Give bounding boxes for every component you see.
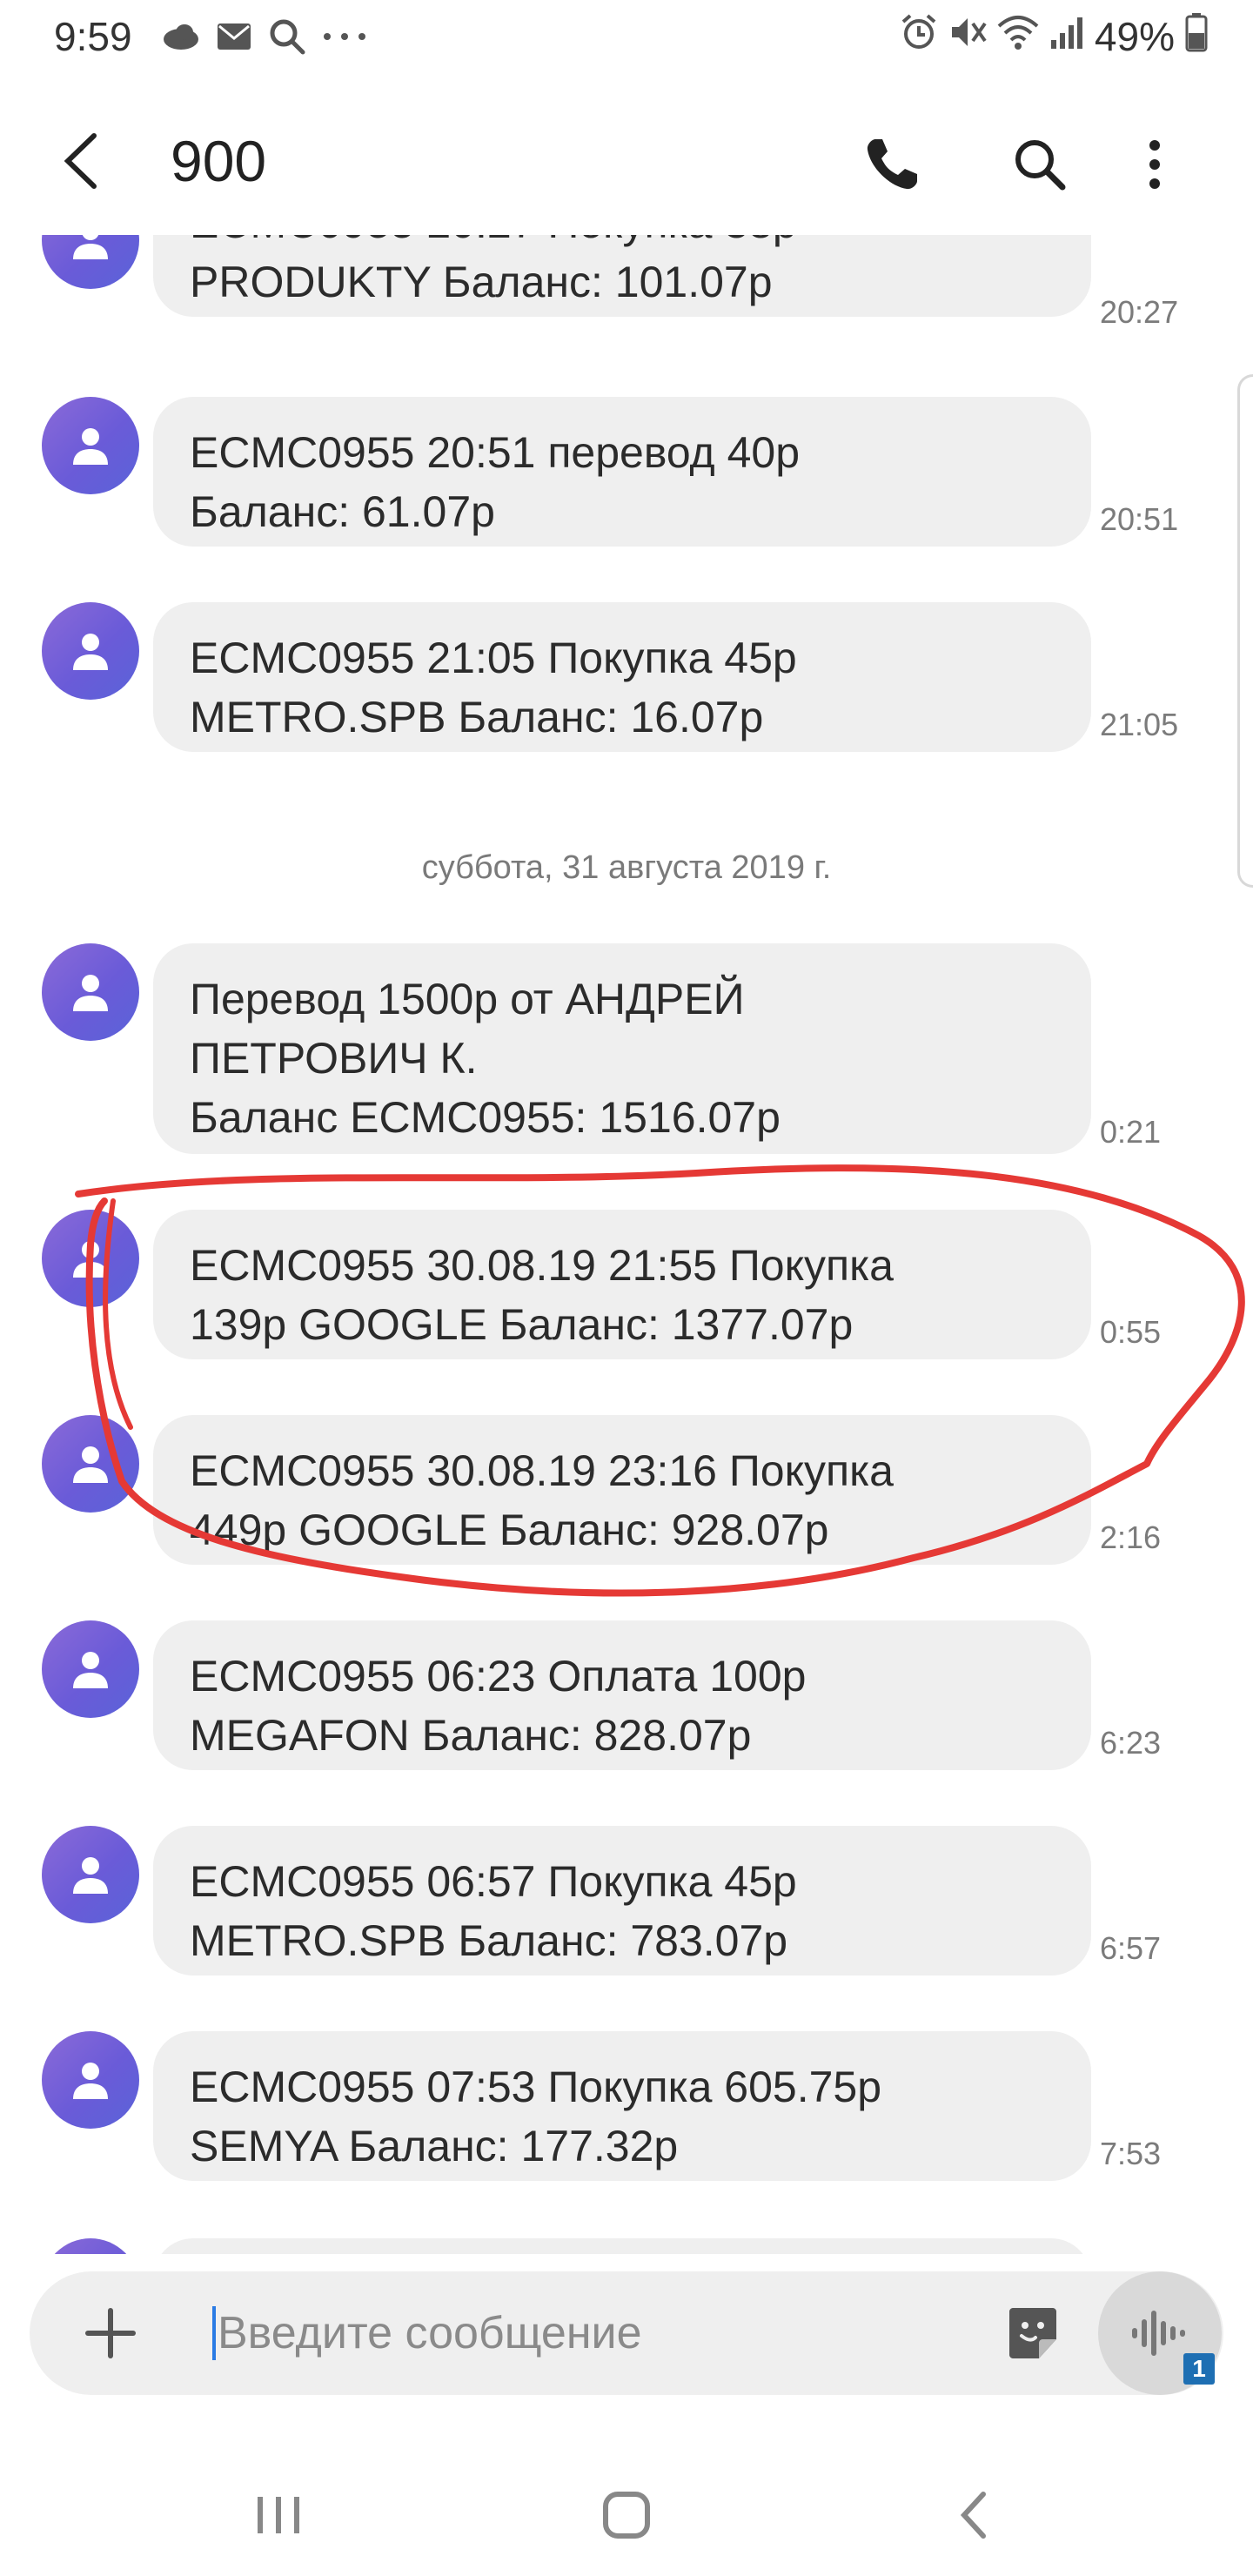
message-time: 6:23: [1100, 1725, 1162, 1761]
app-bar: 900: [0, 104, 1253, 218]
person-icon: [73, 235, 108, 259]
home-button[interactable]: [583, 2480, 670, 2550]
sticker-button[interactable]: [995, 2296, 1070, 2371]
message-bubble[interactable]: ECMC0955 07:53 Покупка 605.75р SEMYA Бал…: [153, 2031, 1091, 2181]
call-button[interactable]: [851, 124, 933, 205]
sender-avatar[interactable]: [42, 397, 139, 494]
person-icon: [73, 1446, 108, 1483]
message-time: 20:51: [1100, 501, 1179, 537]
message-composer: 1: [30, 2271, 1223, 2395]
search-icon: [1015, 140, 1066, 191]
date-separator: суббота, 31 августа 2019 г.: [421, 849, 832, 886]
back-button[interactable]: [44, 124, 118, 198]
recent-apps-icon: [258, 2497, 299, 2533]
person-icon: [73, 634, 108, 670]
person-icon: [73, 2063, 108, 2099]
message-time: 2:16: [1100, 1519, 1162, 1555]
message-bubble[interactable]: ECMC0955 20:51 перевод 40р Баланс: 61.07…: [153, 397, 1091, 547]
sender-avatar[interactable]: [42, 235, 139, 289]
message-thread[interactable]: ECMC0955 20:27 Покупка 38р PRODUKTY Бала…: [0, 235, 1253, 2254]
message-time: 0:21: [1100, 1114, 1162, 1150]
sender-avatar[interactable]: [42, 943, 139, 1041]
search-button[interactable]: [999, 124, 1081, 205]
add-attachment-button[interactable]: [71, 2294, 150, 2372]
cloud-icon: [162, 22, 200, 56]
battery-percent: 49%: [1094, 14, 1175, 59]
message-bubble[interactable]: [153, 2238, 1091, 2254]
battery-icon: [1185, 12, 1208, 62]
message-bubble[interactable]: ECMC0955 21:05 Покупка 45р METRO.SPB Бал…: [153, 602, 1091, 752]
message-input[interactable]: [218, 2296, 983, 2371]
message-time: 0:55: [1100, 1314, 1162, 1350]
status-left-icons: [162, 14, 367, 63]
message-time: 6:57: [1100, 1930, 1162, 1966]
text-caret: [212, 2306, 216, 2360]
person-icon: [73, 1241, 108, 1278]
system-nav-bar: [0, 2437, 1253, 2576]
conversation-title: 900: [171, 129, 267, 193]
mute-icon: [948, 13, 987, 61]
sender-avatar[interactable]: [42, 602, 139, 700]
wifi-icon: [997, 13, 1039, 60]
message-bubble[interactable]: ECMC0955 30.08.19 23:16 Покупка 449р GOO…: [153, 1415, 1091, 1565]
sender-avatar[interactable]: [42, 1210, 139, 1307]
message-time: 21:05: [1100, 707, 1179, 742]
recent-apps-button[interactable]: [235, 2480, 322, 2550]
person-icon: [73, 1857, 108, 1894]
plus-icon: [85, 2308, 136, 2358]
nav-back-button[interactable]: [931, 2480, 1018, 2550]
more-vertical-icon: [1149, 140, 1160, 189]
message-bubble[interactable]: Перевод 1500р от АНДРЕЙ ПЕТРОВИЧ К. Бала…: [153, 943, 1091, 1154]
message-bubble[interactable]: ECMC0955 06:23 Оплата 100р MEGAFON Балан…: [153, 1620, 1091, 1770]
person-icon: [73, 1652, 108, 1688]
message-time: 7:53: [1100, 2136, 1162, 2171]
phone-icon: [867, 139, 917, 190]
message-bubble[interactable]: ECMC0955 20:27 Покупка 38р PRODUKTY Бала…: [153, 235, 1091, 317]
arrow-left-icon: [64, 133, 97, 189]
status-time: 9:59: [54, 14, 132, 59]
sim-badge: 1: [1183, 2353, 1215, 2385]
alarm-icon: [900, 13, 938, 61]
more-options-button[interactable]: [1122, 124, 1187, 205]
more-dots-icon: [322, 30, 367, 46]
sender-avatar[interactable]: [42, 2238, 139, 2254]
person-icon: [73, 428, 108, 465]
back-chevron-icon: [960, 2492, 986, 2539]
sticker-icon: [1009, 2308, 1056, 2358]
status-right: 49%: [900, 9, 1208, 64]
message-time: 20:27: [1100, 294, 1179, 330]
mail-icon: [216, 22, 252, 56]
status-bar: 9:59 49%: [0, 0, 1253, 78]
sender-avatar[interactable]: [42, 1826, 139, 1923]
message-bubble[interactable]: ECMC0955 06:57 Покупка 45р METRO.SPB Бал…: [153, 1826, 1091, 1976]
scroll-handle[interactable]: [1237, 374, 1253, 888]
search-icon: [268, 17, 306, 60]
signal-icon: [1049, 13, 1084, 60]
sender-avatar[interactable]: [42, 1415, 139, 1513]
sender-avatar[interactable]: [42, 1620, 139, 1718]
message-bubble[interactable]: ECMC0955 30.08.19 21:55 Покупка 139р GOO…: [153, 1210, 1091, 1359]
home-icon: [603, 2492, 650, 2539]
person-icon: [73, 975, 108, 1011]
voice-wave-icon: [1132, 2311, 1185, 2356]
sender-avatar[interactable]: [42, 2031, 139, 2129]
voice-record-button[interactable]: 1: [1098, 2271, 1222, 2395]
